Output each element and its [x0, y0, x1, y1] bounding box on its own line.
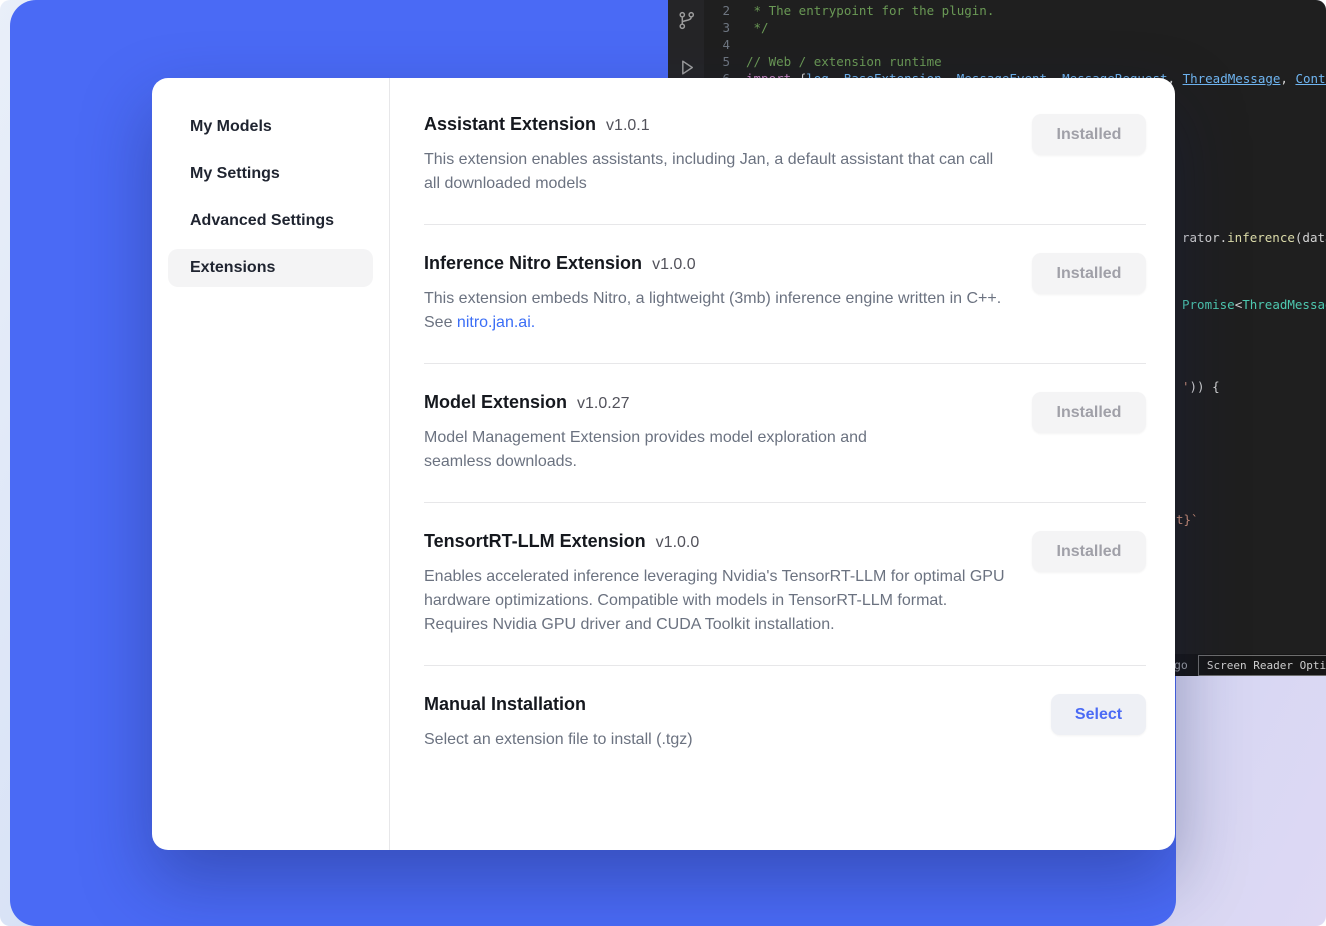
installed-button[interactable]: Installed [1032, 392, 1146, 433]
settings-sidebar: My Models My Settings Advanced Settings … [152, 78, 390, 850]
extension-version: v1.0.27 [577, 395, 629, 413]
installed-button[interactable]: Installed [1032, 253, 1146, 294]
manual-installation-title: Manual Installation [424, 692, 586, 716]
installed-button[interactable]: Installed [1032, 531, 1146, 572]
sidebar-item-my-models[interactable]: My Models [168, 108, 373, 146]
select-file-button[interactable]: Select [1051, 694, 1146, 735]
code-area: 2 * The entrypoint for the plugin. 3 */ … [704, 2, 1326, 87]
extension-header: Manual Installation [424, 692, 693, 716]
sidebar-item-extensions[interactable]: Extensions [168, 249, 373, 287]
extension-version: v1.0.1 [606, 117, 650, 135]
manual-installation-section: Manual Installation Select an extension … [424, 665, 1146, 780]
extension-header: Inference Nitro Extension v1.0.0 [424, 251, 1008, 275]
code-line: 4 [704, 36, 1326, 53]
screen: 2 * The entrypoint for the plugin. 3 */ … [0, 0, 1326, 926]
extension-card-model: Model Extension v1.0.27 Model Management… [424, 363, 1146, 502]
sidebar-item-label: My Settings [190, 165, 280, 182]
extension-header: Model Extension v1.0.27 [424, 390, 904, 414]
extension-info: Assistant Extension v1.0.1 This extensio… [424, 112, 1008, 196]
line-number: 2 [704, 2, 746, 19]
sidebar-item-advanced-settings[interactable]: Advanced Settings [168, 202, 373, 240]
source-control-icon[interactable] [676, 10, 697, 35]
extension-header: Assistant Extension v1.0.1 [424, 112, 1008, 136]
screen-reader-optimized-badge[interactable]: Screen Reader Optimized [1198, 655, 1326, 676]
sidebar-item-label: Extensions [190, 259, 275, 276]
extension-description: This extension enables assistants, inclu… [424, 148, 1008, 196]
code-line: 3 */ [704, 19, 1326, 36]
extension-description: Model Management Extension provides mode… [424, 426, 904, 474]
extension-description: This extension embeds Nitro, a lightweig… [424, 287, 1008, 335]
extension-name: Assistant Extension [424, 112, 596, 136]
settings-modal: My Models My Settings Advanced Settings … [152, 78, 1175, 850]
extensions-panel: Assistant Extension v1.0.1 This extensio… [390, 78, 1175, 850]
extension-card-nitro: Inference Nitro Extension v1.0.0 This ex… [424, 224, 1146, 363]
code-fragment: rator.inference(data)); [1182, 229, 1326, 246]
code-fragment: Promise<ThreadMessage> [1182, 296, 1326, 313]
status-text: go [1174, 657, 1188, 674]
line-number: 3 [704, 19, 746, 36]
code-text: * The entrypoint for the plugin. [746, 2, 994, 19]
sidebar-item-label: My Models [190, 118, 272, 135]
extension-info: Manual Installation Select an extension … [424, 692, 693, 752]
extension-info: TensortRT-LLM Extension v1.0.0 Enables a… [424, 529, 1008, 637]
code-line: 2 * The entrypoint for the plugin. [704, 2, 1326, 19]
extension-name: Model Extension [424, 390, 567, 414]
nitro-jan-ai-link[interactable]: nitro.jan.ai. [457, 314, 535, 331]
code-line: 5 // Web / extension runtime [704, 53, 1326, 70]
extension-name: TensortRT-LLM Extension [424, 529, 646, 553]
code-fragment: t}` [1176, 511, 1199, 528]
sidebar-item-my-settings[interactable]: My Settings [168, 155, 373, 193]
code-text: // Web / extension runtime [746, 53, 942, 70]
extension-card-assistant: Assistant Extension v1.0.1 This extensio… [424, 78, 1146, 224]
extension-header: TensortRT-LLM Extension v1.0.0 [424, 529, 1008, 553]
extension-description: Enables accelerated inference leveraging… [424, 565, 1008, 637]
extension-name: Inference Nitro Extension [424, 251, 642, 275]
extension-card-tensorrt: TensortRT-LLM Extension v1.0.0 Enables a… [424, 502, 1146, 665]
extension-version: v1.0.0 [652, 256, 696, 274]
line-number: 4 [704, 36, 746, 53]
extension-info: Model Extension v1.0.27 Model Management… [424, 390, 904, 474]
sidebar-item-label: Advanced Settings [190, 212, 334, 229]
code-text: */ [746, 19, 769, 36]
installed-button[interactable]: Installed [1032, 114, 1146, 155]
line-number: 5 [704, 53, 746, 70]
extension-info: Inference Nitro Extension v1.0.0 This ex… [424, 251, 1008, 335]
extension-version: v1.0.0 [656, 534, 700, 552]
code-fragment: ')) { [1182, 378, 1220, 395]
manual-installation-description: Select an extension file to install (.tg… [424, 728, 693, 752]
